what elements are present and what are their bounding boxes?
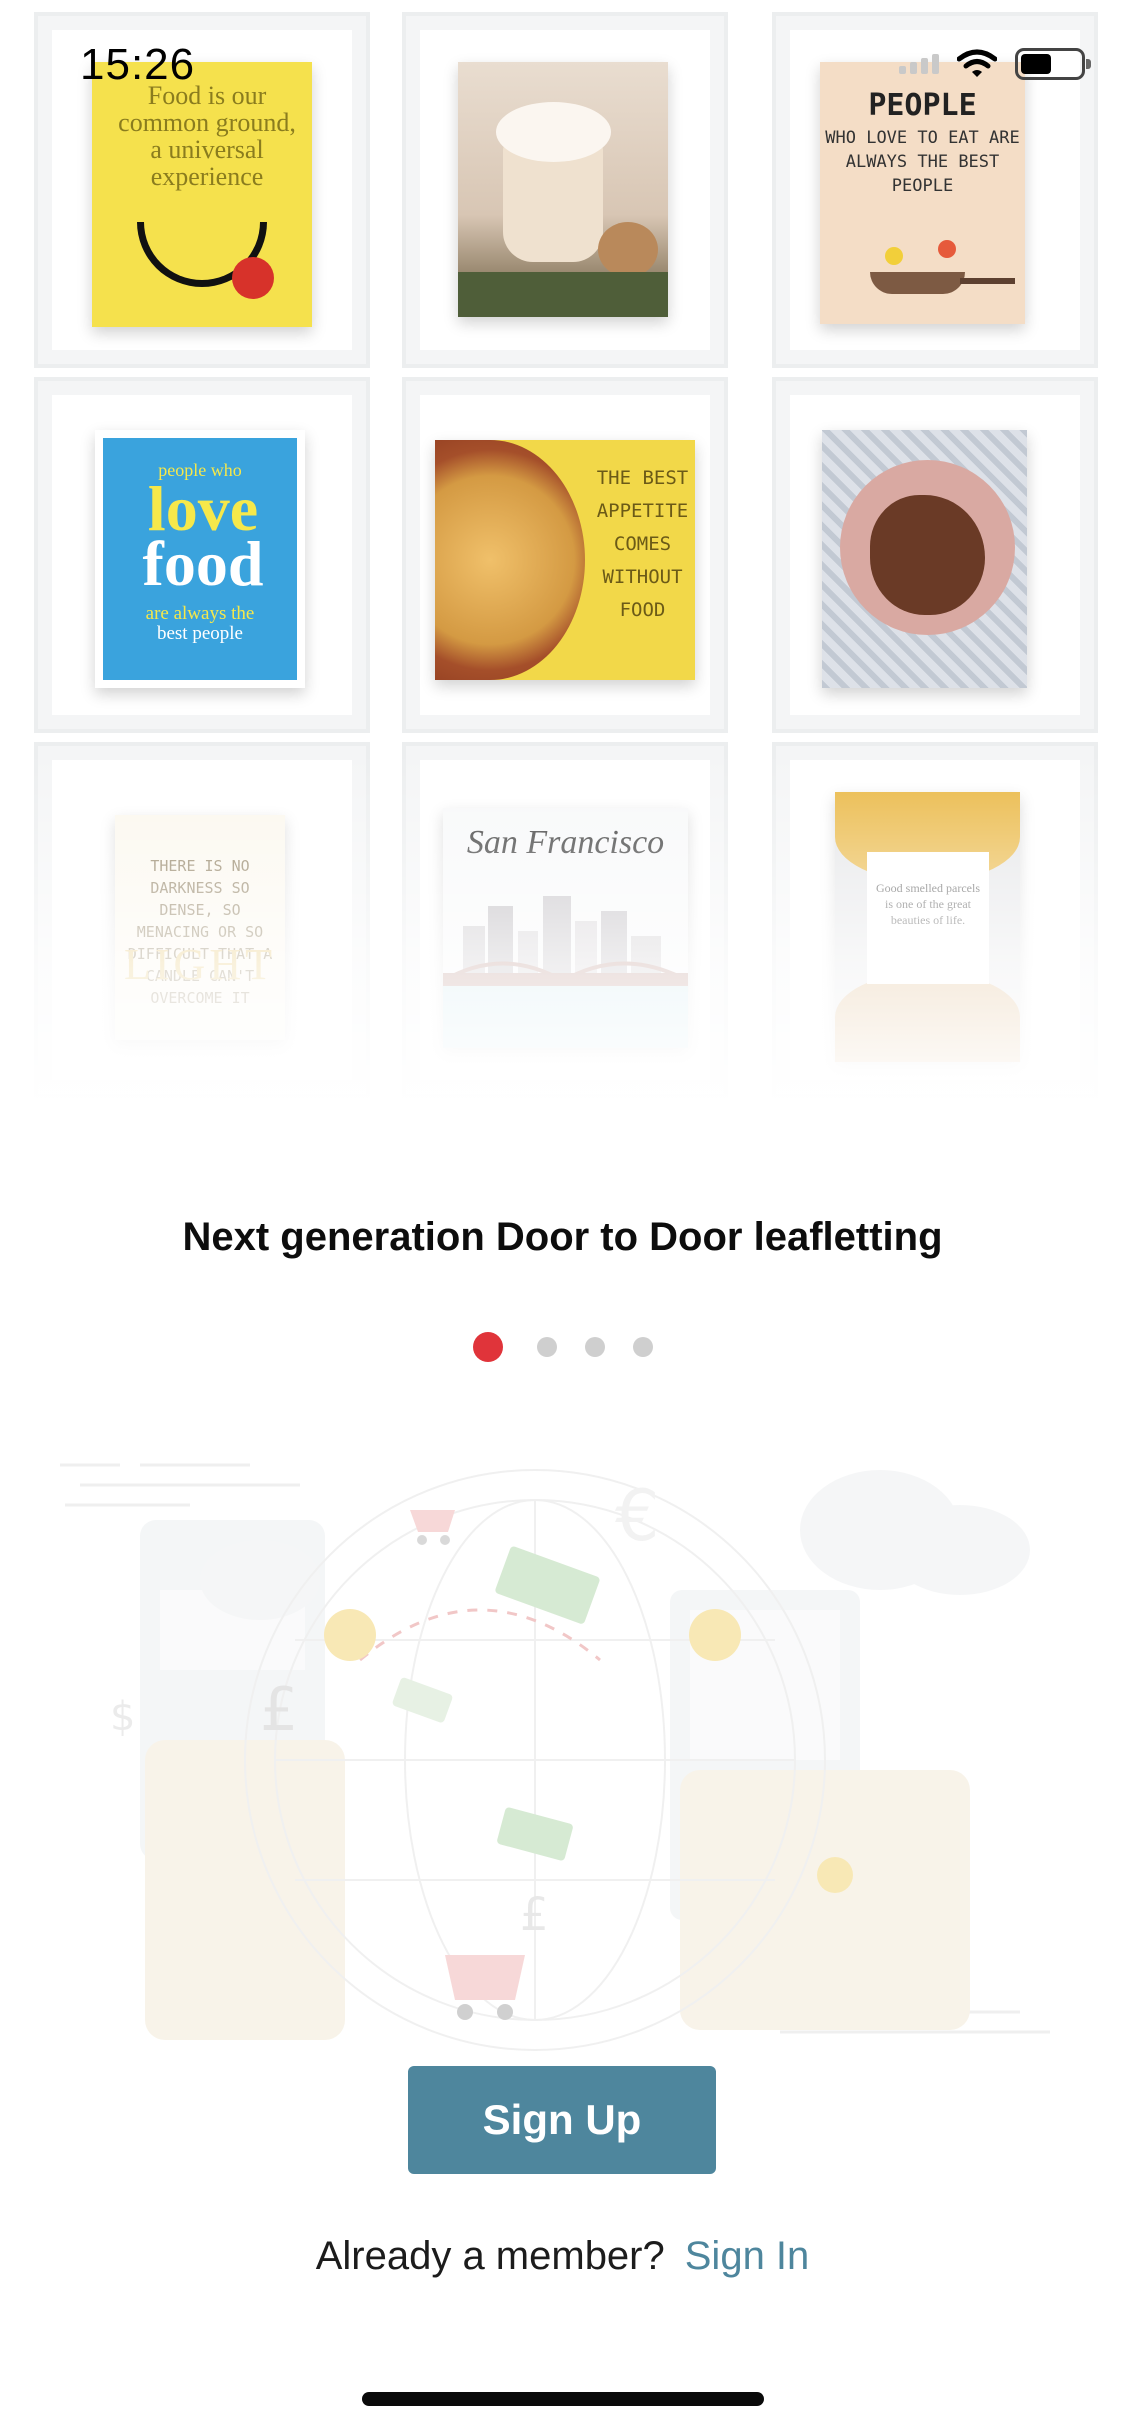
sign-up-button[interactable]: Sign Up [408,2066,716,2174]
page-dot[interactable] [584,1337,605,1357]
red-dot-graphic [232,257,274,299]
pan-graphic [870,272,965,294]
dollar-icon: $ [110,1694,135,1740]
page-indicator [0,1332,1125,1362]
status-icons [899,48,1091,80]
page-dot[interactable] [536,1337,557,1357]
pie-graphic [435,440,585,680]
leaflet-light: THERE IS NO DARKNESS SO DENSE, SO MENACI… [115,815,285,1040]
leaflet-text: THE BEST APPETITE COMES WITHOUT FOOD [596,467,689,621]
leaflet-text: food [142,528,264,599]
coin-icon [817,1857,853,1893]
vegetable-graphic [885,247,903,265]
leaflet-frame [790,760,1080,1080]
bread-graphic [598,222,658,277]
cellular-signal-icon [899,54,939,74]
leaflet-chocolate-bowl [822,430,1027,688]
pound-icon: £ [520,1888,549,1941]
leaf-graphic [835,792,1020,882]
leaflet-love-food: people who love food are always the best… [95,430,305,688]
leaflet-gallery: Food is our common ground, a universal e… [0,0,1125,1110]
page-dot-active[interactable] [472,1332,503,1362]
leaflet-text: best people [156,623,243,644]
skyline-graphic [443,896,688,986]
leaflet-text: THERE IS NO DARKNESS SO DENSE, SO MENACI… [127,857,273,1007]
leaflet-title: LIGHT [124,940,276,989]
chocolate-graphic [870,495,985,615]
leaflet-frame [52,760,352,1080]
leaflet-text: Good smelled parcels is one of the great… [876,881,980,927]
pan-handle-graphic [960,278,1015,284]
food-graphic [835,972,1020,1062]
coin-icon [324,1609,376,1661]
battery-icon [1015,48,1091,80]
euro-icon: € [615,1475,660,1557]
coin-icon [689,1609,741,1661]
sign-in-link[interactable]: Sign In [685,2234,810,2278]
member-prompt: Already a member? [315,2234,665,2278]
leaflet-title: San Francisco [466,824,665,861]
leaflet-san-francisco: San Francisco [443,808,688,1048]
bridge-graphic [443,973,688,987]
status-time: 15:26 [80,40,196,89]
sign-in-row: Already a member? Sign In [0,2234,1125,2279]
money-icon [497,1807,573,1861]
pound-icon: £ [260,1675,298,1745]
water-graphic [443,986,688,1048]
pine-graphic [458,272,668,317]
vegetable-graphic [938,240,956,258]
cart-icon [445,1955,525,2020]
wifi-icon [957,49,997,79]
onboarding-headline: Next generation Door to Door leafletting [182,1215,943,1259]
status-bar: 15:26 [0,0,1125,140]
leaflet-frame [420,760,710,1080]
leaflet-food-quote: Good smelled parcels is one of the great… [835,792,1020,1062]
money-icon [392,1677,453,1723]
leaflet-text: are always the [145,603,255,624]
leaflet-best-appetite: THE BEST APPETITE COMES WITHOUT FOOD [435,440,695,680]
payments-globe-illustration: € £ £ $ [60,1463,1050,2051]
cart-icon [410,1510,455,1545]
quote-card: Good smelled parcels is one of the great… [867,852,989,984]
page-dot[interactable] [632,1337,653,1357]
home-indicator[interactable] [362,2392,764,2406]
